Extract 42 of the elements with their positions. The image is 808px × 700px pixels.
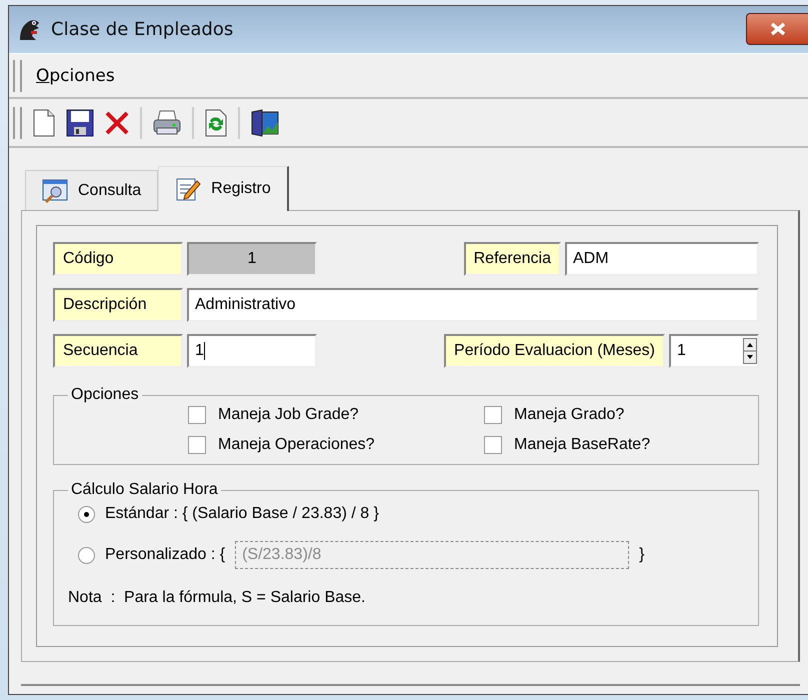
- checkbox[interactable]: [484, 436, 502, 454]
- printer-icon[interactable]: [152, 110, 182, 136]
- notepad-pencil-icon: [175, 177, 202, 201]
- group-title: Opciones: [70, 386, 140, 404]
- checkbox-label: Maneja Job Grade?: [218, 406, 359, 424]
- save-icon[interactable]: [66, 108, 94, 137]
- refresh-document-icon[interactable]: [204, 108, 228, 137]
- field-label: Código: [53, 242, 183, 276]
- spinner-field[interactable]: 1: [669, 334, 759, 368]
- radio-button[interactable]: [78, 546, 95, 564]
- checkbox[interactable]: [188, 406, 206, 424]
- field-label: Secuencia: [53, 334, 183, 368]
- spin-arrows-icon[interactable]: [743, 338, 757, 364]
- tab[interactable]: Registro: [158, 166, 289, 211]
- reference-field[interactable]: ADM: [565, 242, 759, 276]
- sequence-field[interactable]: 1: [187, 334, 317, 368]
- window-title: Clase de Empleados: [51, 18, 234, 40]
- checkbox-label: Maneja BaseRate?: [514, 436, 650, 454]
- toolbar-grip[interactable]: [13, 106, 22, 139]
- close-button[interactable]: [746, 13, 808, 46]
- window-magnifier-icon: [42, 178, 68, 202]
- field-label: Descripción: [53, 288, 183, 322]
- field-label: Período Evaluacion (Meses): [444, 334, 665, 368]
- description-field[interactable]: Administrativo: [187, 288, 759, 322]
- close-icon[interactable]: [104, 110, 130, 136]
- blank-page-icon[interactable]: [32, 108, 56, 137]
- tab[interactable]: Consulta: [25, 170, 158, 210]
- checkbox-label: Maneja Grado?: [514, 406, 624, 424]
- field-label: Referencia: [464, 242, 561, 276]
- group-title: Cálculo Salario Hora: [70, 481, 219, 499]
- checkbox-label: Maneja Operaciones?: [218, 436, 375, 454]
- radio-button[interactable]: [78, 506, 95, 522]
- checkbox[interactable]: [484, 406, 502, 424]
- radio-label: Estándar : { (Salario Base / 23.83) / 8 }: [105, 505, 379, 523]
- door-picture-icon[interactable]: [250, 108, 280, 137]
- brace-text: }: [639, 546, 644, 564]
- menu-grip[interactable]: [13, 60, 22, 92]
- radio-label: Personalizado : {: [105, 546, 226, 564]
- note-text: Nota : Para la fórmula, S = Salario Base.: [68, 589, 366, 607]
- close-icon: [768, 22, 786, 36]
- checkbox[interactable]: [188, 436, 206, 454]
- menu-item[interactable]: Opciones: [32, 64, 119, 88]
